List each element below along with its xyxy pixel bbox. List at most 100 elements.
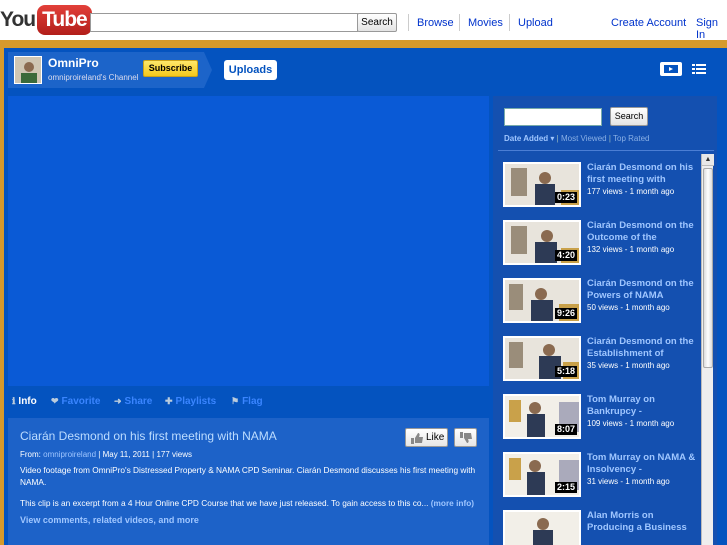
video-title-link[interactable]: Tom Murray on NAMA & Insolvency -: [587, 452, 697, 475]
video-duration: 0:23: [554, 192, 577, 203]
video-thumbnail[interactable]: 2:15: [503, 452, 581, 497]
video-title-link[interactable]: Alan Morris on Producing a Business: [587, 510, 697, 533]
thumbs-down-icon: [460, 432, 472, 443]
thumbs-up-icon: [411, 433, 423, 444]
tab-info-label: Info: [18, 396, 37, 407]
view-comments-link[interactable]: View comments, related videos, and more: [20, 515, 199, 525]
flag-icon: ⚑: [231, 396, 240, 406]
video-thumbnail[interactable]: 4:20: [503, 220, 581, 265]
uploads-list: 0:23 Ciarán Desmond on his first meeting…: [499, 154, 699, 545]
subscribe-button[interactable]: Subscribe: [143, 60, 198, 77]
sign-in-link[interactable]: Sign In: [696, 17, 727, 41]
list-item[interactable]: 8:07 Tom Murray on Bankrupcy - 109 views…: [503, 386, 699, 439]
plus-icon: ✚: [165, 396, 173, 406]
sort-most-viewed[interactable]: Most Viewed: [561, 134, 607, 143]
tab-flag-label: Flag: [242, 396, 263, 407]
video-thumbnail[interactable]: 8:07: [503, 394, 581, 439]
info-icon: ℹ: [12, 396, 16, 406]
tab-share[interactable]: ➜ Share: [114, 396, 152, 407]
dislike-button[interactable]: [454, 428, 477, 447]
list-item[interactable]: 5:18 Ciarán Desmond on the Establishment…: [503, 328, 699, 381]
video-meta: 50 views - 1 month ago: [587, 303, 670, 312]
video-thumbnail[interactable]: 0:23: [503, 162, 581, 207]
video-views: 177 views: [156, 450, 193, 459]
tab-uploads[interactable]: Uploads: [224, 60, 277, 80]
divider: [408, 14, 409, 31]
video-player[interactable]: [8, 96, 489, 386]
video-title-link[interactable]: Ciarán Desmond on his first meeting with: [587, 162, 697, 185]
sort-date-added[interactable]: Date Added: [504, 134, 548, 143]
tab-flag[interactable]: ⚑ Flag: [231, 396, 263, 407]
search-input[interactable]: [90, 13, 358, 32]
action-bar: ℹ Info ❤ Favorite ➜ Share ✚ Playlists ⚑ Flag: [8, 392, 489, 412]
list-item[interactable]: Alan Morris on Producing a Business: [503, 502, 699, 545]
list-item[interactable]: 0:23 Ciarán Desmond on his first meeting…: [503, 154, 699, 207]
video-meta: 132 views - 1 month ago: [587, 245, 675, 254]
video-date: May 11, 2011: [102, 450, 150, 459]
like-label: Like: [426, 432, 445, 443]
video-title-link[interactable]: Tom Murray on Bankrupcy -: [587, 394, 697, 417]
tab-favorite[interactable]: ❤ Favorite: [51, 396, 100, 407]
video-meta: 35 views - 1 month ago: [587, 361, 670, 370]
sort-arrow-icon: ▾: [550, 134, 555, 143]
youtube-logo[interactable]: You Tube: [0, 4, 92, 36]
player-view-icon[interactable]: [660, 62, 682, 76]
from-user-link[interactable]: omniproireland: [43, 450, 96, 459]
video-duration: 8:07: [554, 424, 577, 435]
video-duration: 5:18: [554, 366, 577, 377]
browse-link[interactable]: Browse: [417, 17, 454, 29]
video-thumbnail[interactable]: 9:26: [503, 278, 581, 323]
sort-options: Date Added ▾ | Most Viewed | Top Rated: [504, 134, 649, 143]
divider: [459, 14, 460, 31]
create-account-link[interactable]: Create Account: [611, 17, 686, 29]
divider: [509, 14, 510, 31]
avatar-image: [15, 57, 41, 83]
search-button[interactable]: Search: [357, 13, 397, 32]
heart-icon: ❤: [51, 396, 59, 406]
grid-view-icon[interactable]: [692, 63, 706, 75]
playlist-scrollbar[interactable]: ▲: [701, 154, 714, 545]
more-info-link[interactable]: (more info): [431, 498, 474, 508]
video-thumbnail[interactable]: [503, 510, 581, 545]
scroll-thumb[interactable]: [703, 168, 713, 368]
avatar[interactable]: [14, 56, 42, 84]
masthead: You Tube Search Browse Movies Upload Cre…: [0, 0, 727, 41]
video-description: Video footage from OmniPro's Distressed …: [20, 465, 476, 487]
channel-header: OmniPro omniproireland's Channel Subscri…: [4, 48, 723, 88]
channel-search-input[interactable]: [504, 108, 602, 126]
from-label: From:: [20, 450, 41, 459]
info-panel: Ciarán Desmond on his first meeting with…: [8, 418, 489, 545]
video-title-link[interactable]: Ciarán Desmond on the Powers of NAMA: [587, 278, 697, 301]
video-duration: 4:20: [554, 250, 577, 261]
video-meta: From: omniproireland | May 11, 2011 | 17…: [20, 450, 192, 459]
tab-playlists[interactable]: ✚ Playlists: [165, 396, 216, 407]
share-arrow-icon: ➜: [114, 396, 122, 406]
scroll-up-icon[interactable]: ▲: [702, 154, 714, 166]
upload-link[interactable]: Upload: [518, 17, 553, 29]
video-duration: 9:26: [554, 308, 577, 319]
sidebar-divider: [498, 150, 714, 151]
channel-name-arrow: [204, 52, 212, 88]
tab-favorite-label: Favorite: [61, 396, 101, 407]
list-item[interactable]: 9:26 Ciarán Desmond on the Powers of NAM…: [503, 270, 699, 323]
excerpt-text: This clip is an excerpt from a 4 Hour On…: [20, 498, 429, 508]
movies-link[interactable]: Movies: [468, 17, 503, 29]
video-title-link[interactable]: Ciarán Desmond on the Outcome of the: [587, 220, 697, 243]
channel-title[interactable]: OmniPro: [48, 56, 99, 70]
video-meta: 177 views - 1 month ago: [587, 187, 675, 196]
channel-search-button[interactable]: Search: [610, 107, 648, 126]
video-title-link[interactable]: Ciarán Desmond on the Establishment of: [587, 336, 697, 359]
list-item[interactable]: 2:15 Tom Murray on NAMA & Insolvency - 3…: [503, 444, 699, 497]
tab-share-label: Share: [124, 396, 153, 407]
tab-info[interactable]: ℹ Info: [12, 396, 37, 407]
video-thumbnail[interactable]: 5:18: [503, 336, 581, 381]
like-button[interactable]: Like: [405, 428, 448, 447]
logo-you: You: [0, 8, 36, 31]
video-title: Ciarán Desmond on his first meeting with…: [20, 429, 277, 443]
uploads-sidebar: Search Date Added ▾ | Most Viewed | Top …: [493, 96, 717, 545]
sort-top-rated[interactable]: Top Rated: [613, 134, 649, 143]
channel-subtitle: omniproireland's Channel: [48, 73, 139, 82]
video-excerpt: This clip is an excerpt from a 4 Hour On…: [20, 498, 490, 508]
video-meta: 109 views - 1 month ago: [587, 419, 675, 428]
list-item[interactable]: 4:20 Ciarán Desmond on the Outcome of th…: [503, 212, 699, 265]
